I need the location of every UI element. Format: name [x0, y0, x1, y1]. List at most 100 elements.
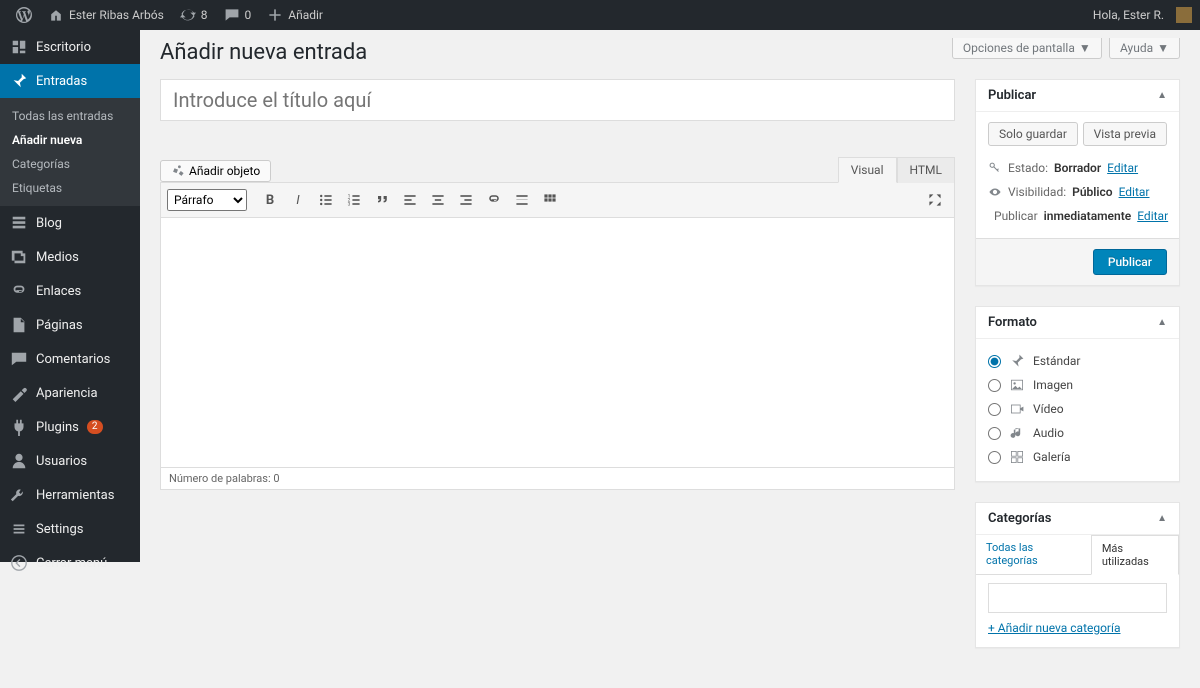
numbered-list-icon: 123 [346, 192, 362, 208]
cat-tab-all[interactable]: Todas las categorías [976, 535, 1091, 574]
menu-label: Medios [36, 250, 79, 265]
submenu-add-new[interactable]: Añadir nueva [0, 128, 140, 152]
menu-pages[interactable]: Páginas [0, 308, 140, 342]
bullet-list-button[interactable] [313, 187, 339, 213]
edit-visibility-link[interactable]: Editar [1119, 185, 1150, 199]
format-box-title: Formato [988, 315, 1037, 330]
admin-sidebar: Escritorio Entradas Todas las entradas A… [0, 30, 140, 562]
post-title-input[interactable] [160, 79, 955, 121]
editor-toolbar: Párrafo B I 123 [160, 182, 955, 218]
blockquote-button[interactable] [369, 187, 395, 213]
status-label: Estado: [1008, 161, 1048, 175]
media-icon [10, 248, 28, 266]
comments-link[interactable]: 0 [216, 0, 260, 30]
menu-blog[interactable]: Blog [0, 206, 140, 240]
readmore-button[interactable] [509, 187, 535, 213]
bold-button[interactable]: B [257, 187, 283, 213]
wordpress-icon [16, 7, 32, 23]
schedule-label: Publicar [994, 209, 1038, 223]
menu-appearance[interactable]: Apariencia [0, 376, 140, 410]
format-label: Audio [1033, 426, 1064, 440]
updates-link[interactable]: 8 [172, 0, 216, 30]
menu-comments[interactable]: Comentarios [0, 342, 140, 376]
tab-visual[interactable]: Visual [838, 157, 897, 183]
chevron-down-icon: ▼ [1079, 41, 1091, 55]
toolbar-toggle-button[interactable] [537, 187, 563, 213]
chevron-up-icon: ▲ [1157, 513, 1167, 524]
menu-users[interactable]: Usuarios [0, 444, 140, 478]
media-icon [171, 164, 185, 178]
visibility-value: Público [1072, 185, 1112, 199]
align-right-button[interactable] [453, 187, 479, 213]
tab-html[interactable]: HTML [897, 157, 956, 183]
submenu-tags[interactable]: Etiquetas [0, 176, 140, 200]
publish-box: Publicar▲ Solo guardar Vista previa Esta… [975, 79, 1180, 286]
format-standard-radio[interactable] [988, 355, 1001, 368]
add-media-button[interactable]: Añadir objeto [160, 160, 271, 182]
format-standard[interactable]: Estándar [988, 349, 1167, 373]
bullet-list-icon [318, 192, 334, 208]
format-video[interactable]: Vídeo [988, 397, 1167, 421]
edit-status-link[interactable]: Editar [1107, 161, 1138, 175]
menu-label: Settings [36, 522, 83, 537]
menu-label: Apariencia [36, 386, 98, 401]
add-category-link[interactable]: + Añadir nueva categoría [988, 621, 1121, 635]
submenu-all-posts[interactable]: Todas las entradas [0, 104, 140, 128]
wp-logo[interactable] [8, 0, 40, 30]
italic-button[interactable]: I [285, 187, 311, 213]
menu-label: Enlaces [36, 284, 81, 299]
pin-icon [1009, 353, 1025, 369]
save-draft-button[interactable]: Solo guardar [988, 122, 1078, 146]
align-left-button[interactable] [397, 187, 423, 213]
publish-box-header[interactable]: Publicar▲ [976, 80, 1179, 112]
appearance-icon [10, 384, 28, 402]
greeting-text: Hola, Ester R. [1093, 8, 1164, 22]
format-label: Estándar [1033, 354, 1080, 368]
menu-label: Herramientas [36, 488, 114, 503]
submenu-categories[interactable]: Categorías [0, 152, 140, 176]
status-value: Borrador [1054, 161, 1101, 175]
menu-settings-custom[interactable]: Settings [0, 512, 140, 546]
menu-tools[interactable]: Herramientas [0, 478, 140, 512]
publish-box-title: Publicar [988, 88, 1036, 103]
add-new-link[interactable]: Añadir [259, 0, 331, 30]
dashboard-icon [10, 38, 28, 56]
format-image-radio[interactable] [988, 379, 1001, 392]
svg-text:3: 3 [348, 202, 351, 208]
categories-box-header[interactable]: Categorías▲ [976, 503, 1179, 535]
edit-schedule-link[interactable]: Editar [1137, 209, 1168, 223]
avatar[interactable] [1176, 7, 1192, 23]
format-gallery-radio[interactable] [988, 451, 1001, 464]
format-gallery[interactable]: Galería [988, 445, 1167, 469]
screen-options-button[interactable]: Opciones de pantalla ▼ [952, 38, 1102, 59]
format-select[interactable]: Párrafo [167, 189, 247, 211]
categories-list[interactable] [988, 583, 1167, 613]
preview-button[interactable]: Vista previa [1083, 122, 1167, 146]
format-audio-radio[interactable] [988, 427, 1001, 440]
format-audio[interactable]: Audio [988, 421, 1167, 445]
format-video-radio[interactable] [988, 403, 1001, 416]
menu-posts[interactable]: Entradas [0, 64, 140, 98]
help-button[interactable]: Ayuda ▼ [1109, 38, 1180, 59]
publish-button[interactable]: Publicar [1093, 249, 1167, 275]
format-box-header[interactable]: Formato▲ [976, 307, 1179, 339]
format-image[interactable]: Imagen [988, 373, 1167, 397]
link-button[interactable] [481, 187, 507, 213]
menu-plugins[interactable]: Plugins 2 [0, 410, 140, 444]
menu-links[interactable]: Enlaces [0, 274, 140, 308]
fullscreen-icon [927, 192, 943, 208]
link-icon [486, 192, 502, 208]
numbered-list-button[interactable]: 123 [341, 187, 367, 213]
site-name-link[interactable]: Ester Ribas Arbós [40, 0, 172, 30]
schedule-row: Publicar inmediatamente Editar [988, 204, 1167, 228]
align-center-button[interactable] [425, 187, 451, 213]
video-icon [1009, 401, 1025, 417]
menu-label: Escritorio [36, 40, 91, 55]
fullscreen-button[interactable] [922, 187, 948, 213]
user-greeting[interactable]: Hola, Ester R. [1085, 0, 1172, 30]
editor-content-area[interactable] [160, 218, 955, 468]
menu-dashboard[interactable]: Escritorio [0, 30, 140, 64]
cat-tab-most-used[interactable]: Más utilizadas [1091, 535, 1179, 575]
plugins-icon [10, 418, 28, 436]
menu-media[interactable]: Medios [0, 240, 140, 274]
